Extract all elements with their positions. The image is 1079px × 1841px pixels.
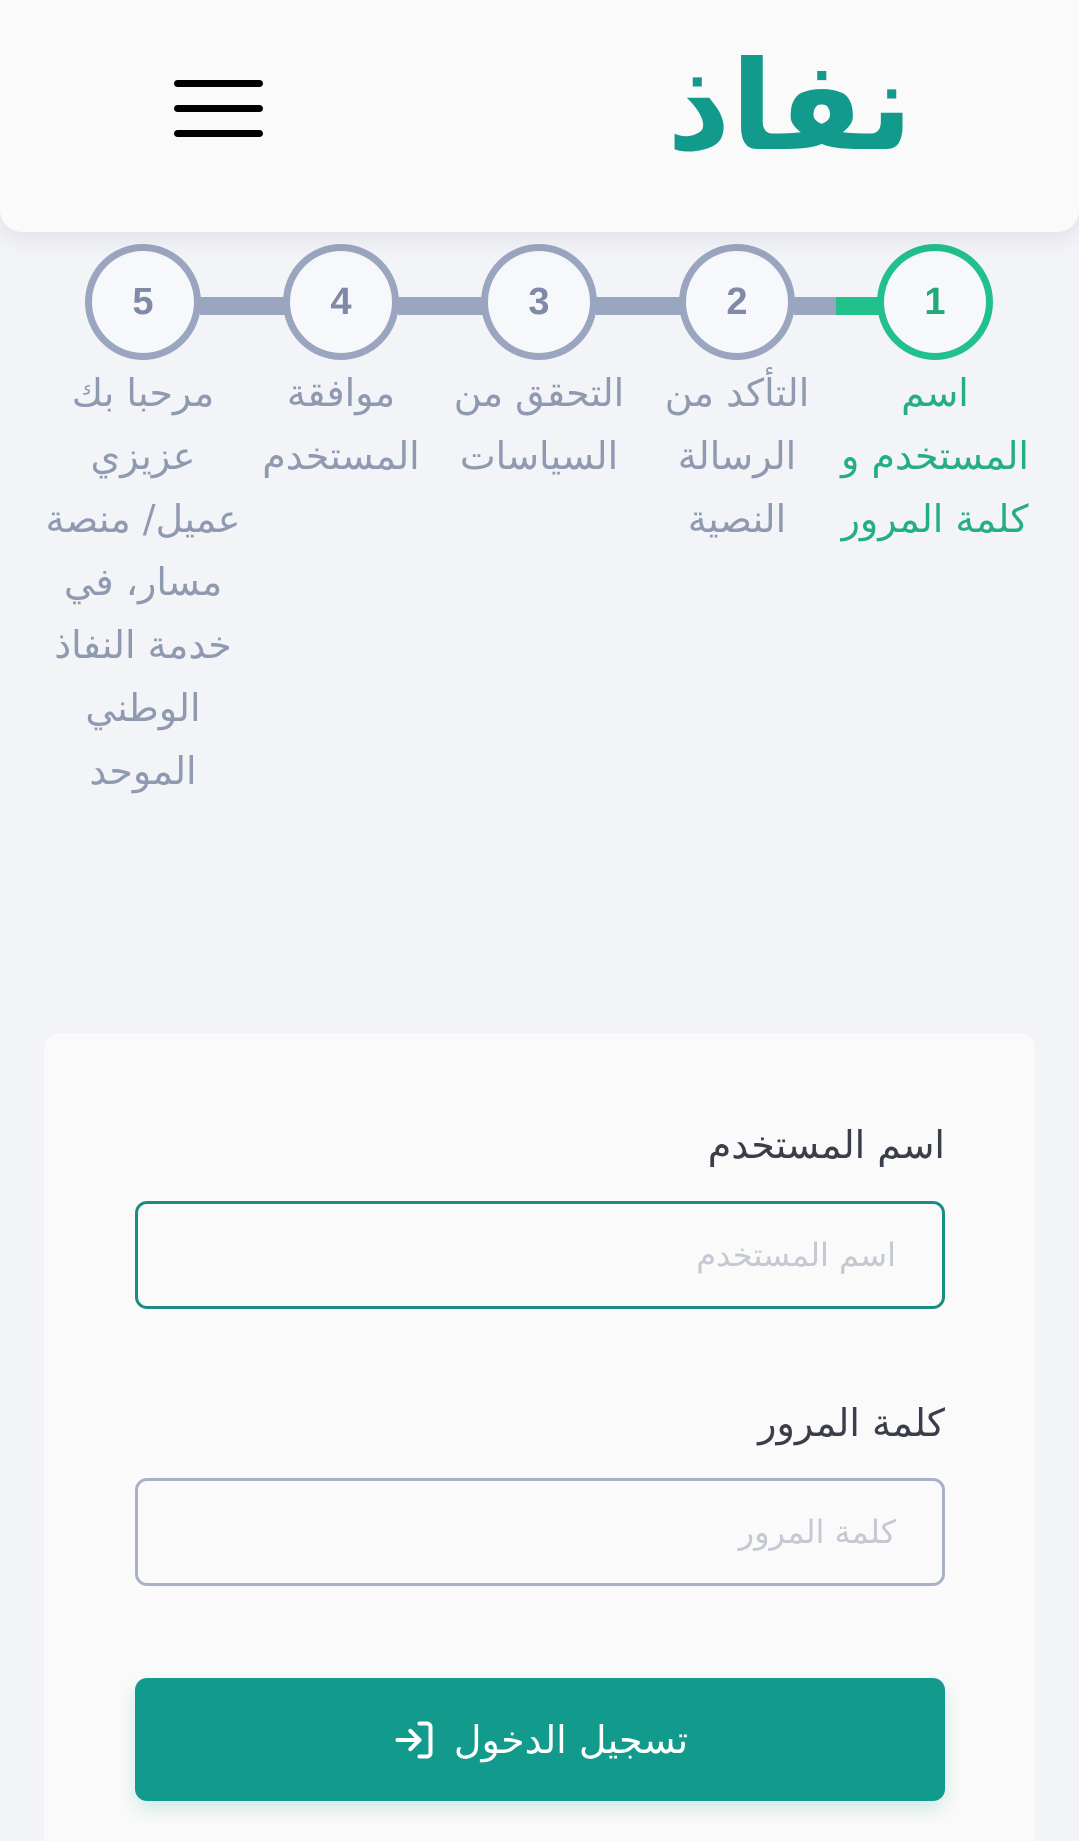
menu-bar-middle bbox=[174, 105, 263, 112]
step-4-label: موافقة المستخدم bbox=[262, 371, 420, 478]
step-3-number: 3 bbox=[528, 280, 550, 323]
username-input[interactable] bbox=[135, 1201, 945, 1309]
step-connector-1-2 bbox=[794, 297, 840, 315]
step-3-label: التحقق من السياسات bbox=[453, 371, 625, 478]
menu-bar-bottom bbox=[174, 130, 263, 137]
step-2-label: التأكد من الرسالة النصية bbox=[664, 371, 810, 541]
login-card: اسم المستخدم كلمة المرور تسجيل الدخول bbox=[44, 1033, 1035, 1841]
password-label: كلمة المرور bbox=[758, 1401, 945, 1445]
step-1-circle: 1 bbox=[877, 244, 993, 360]
step-5-label: مرحبا بك عزيزي عميل/ منصة مسار، في خدمة … bbox=[45, 371, 241, 793]
step-connector-4-5 bbox=[200, 297, 286, 315]
step-2-number: 2 bbox=[726, 280, 748, 323]
username-label: اسم المستخدم bbox=[707, 1123, 945, 1167]
step-connector-2-3 bbox=[596, 297, 682, 315]
nafath-logo: نفاذ bbox=[666, 35, 913, 179]
login-button-label: تسجيل الدخول bbox=[453, 1717, 689, 1762]
step-2-circle: 2 bbox=[679, 244, 795, 360]
top-header: نفاذ bbox=[0, 0, 1079, 232]
step-5-circle: 5 bbox=[85, 244, 201, 360]
step-1-label: اسم المستخدم و كلمة المرور bbox=[841, 371, 1029, 541]
step-4-number: 4 bbox=[330, 280, 352, 323]
step-1-number: 1 bbox=[924, 280, 946, 323]
progress-stepper: 1 اسم المستخدم و كلمة المرور 2 التأكد من… bbox=[0, 240, 1079, 880]
step-3-circle: 3 bbox=[481, 244, 597, 360]
password-input[interactable] bbox=[135, 1478, 945, 1586]
step-connector-1-active bbox=[836, 297, 882, 315]
step-connector-3-4 bbox=[398, 297, 484, 315]
step-5-number: 5 bbox=[132, 280, 154, 323]
menu-bar-top bbox=[174, 80, 263, 87]
hamburger-menu-icon[interactable] bbox=[165, 72, 265, 152]
login-arrow-icon bbox=[395, 1720, 433, 1759]
login-button[interactable]: تسجيل الدخول bbox=[135, 1678, 945, 1801]
step-4-circle: 4 bbox=[283, 244, 399, 360]
